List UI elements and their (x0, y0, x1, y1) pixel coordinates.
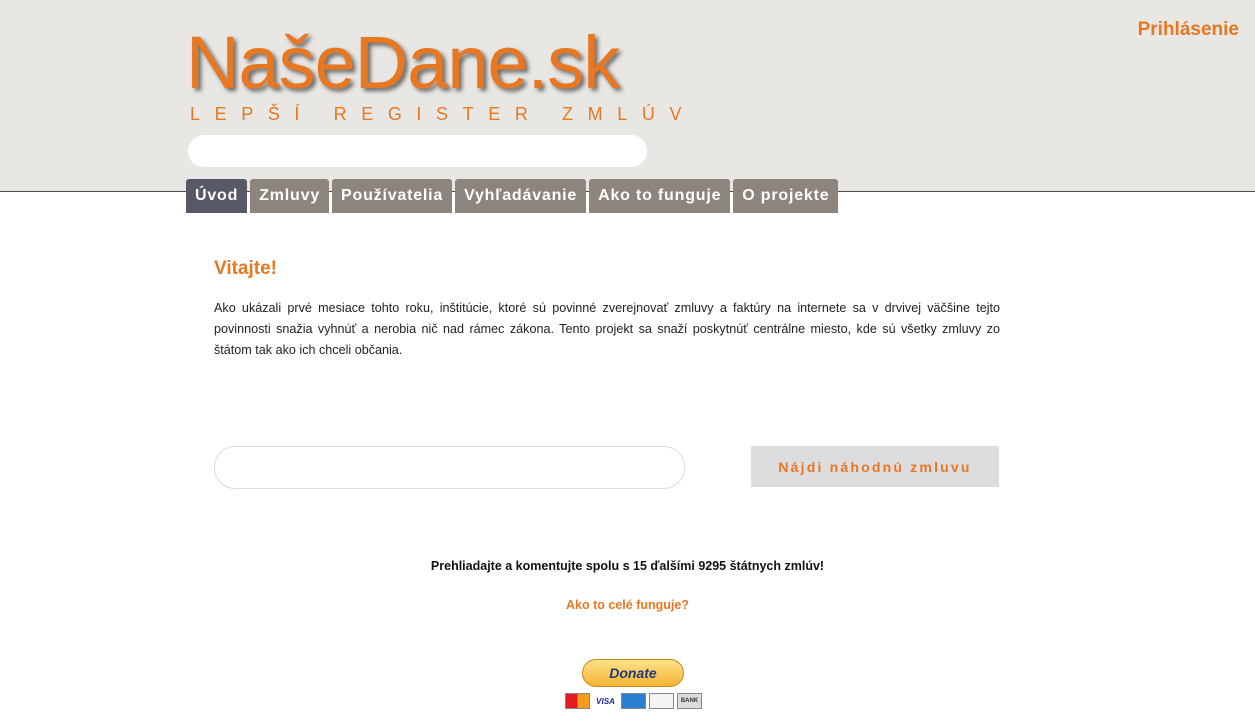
visa-icon: VISA (593, 693, 618, 709)
page-title: Vitajte! (214, 258, 278, 279)
header-search-input[interactable] (188, 135, 647, 167)
amex-icon (621, 693, 646, 709)
logo-tagline: LEPŠÍ REGISTER ZMLÚV (190, 104, 697, 124)
browse-message: Prehliadajte a komentujte spolu s 15 ďal… (430, 559, 825, 573)
tab-zmluvy[interactable]: Zmluvy (250, 179, 330, 213)
intro-paragraph: Ako ukázali prvé mesiace tohto roku, inš… (214, 301, 1000, 357)
discover-icon (649, 693, 674, 709)
login-link[interactable]: Prihlásenie (1138, 19, 1239, 41)
random-search-input[interactable] (214, 446, 685, 489)
site-header: Prihlásenie NašeDane.sk LEPŠÍ REGISTER Z… (0, 0, 1255, 192)
tab-ako-to-funguje[interactable]: Ako to funguje (589, 179, 731, 213)
tab-o-projekte[interactable]: O projekte (733, 179, 839, 213)
bank-icon: BANK (677, 693, 702, 709)
logo-title: NašeDane.sk (186, 21, 620, 104)
mastercard-icon (565, 693, 590, 709)
payment-cards: VISA BANK (565, 693, 702, 709)
random-contract-button[interactable]: Nájdi náhodnú zmluvu (751, 446, 999, 487)
how-it-works-link[interactable]: Ako to celé funguje? (0, 598, 1255, 612)
site-logo[interactable]: NašeDane.sk LEPŠÍ REGISTER ZMLÚV (186, 22, 696, 125)
main-content: Vitajte! Ako ukázali prvé mesiace tohto … (214, 258, 1000, 361)
tab-pouzivatelia[interactable]: Používatelia (332, 179, 453, 213)
tab-uvod[interactable]: Úvod (186, 179, 248, 213)
donate-button[interactable]: Donate (582, 659, 684, 687)
main-nav: Úvod Zmluvy Používatelia Vyhľadávanie Ak… (186, 179, 841, 213)
tab-vyhladavanie[interactable]: Vyhľadávanie (455, 179, 587, 213)
